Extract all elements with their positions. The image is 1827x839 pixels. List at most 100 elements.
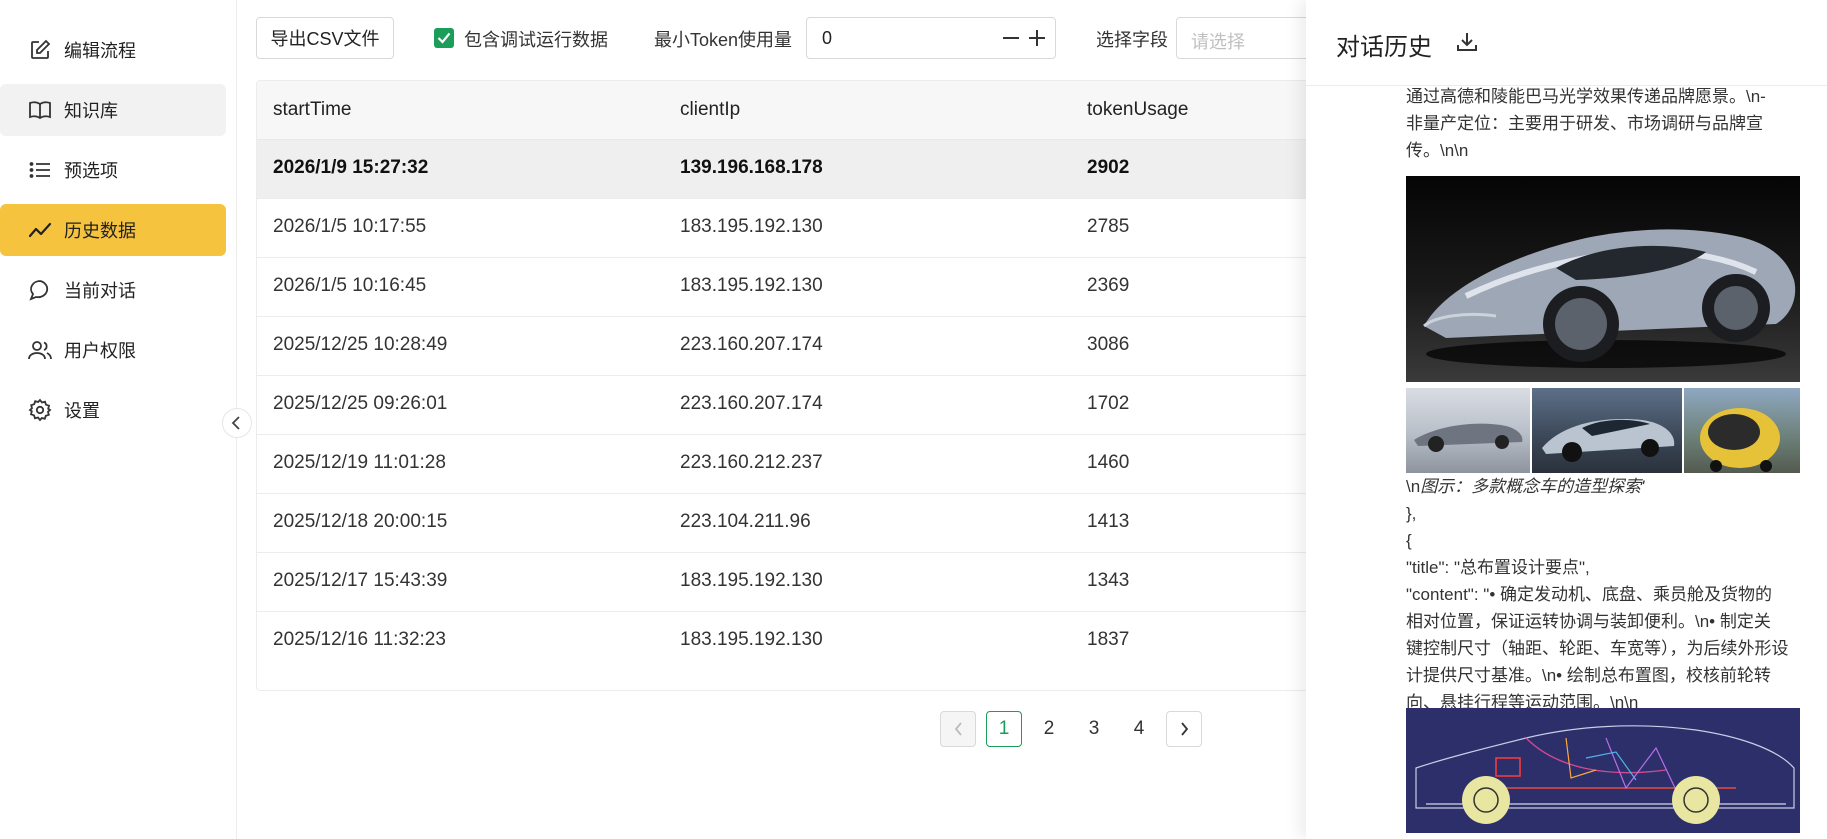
message-text-line: "title": "总布置设计要点", (1406, 558, 1590, 577)
list-icon (28, 158, 52, 182)
table-row[interactable]: 2025/12/25 10:28:49 223.160.207.174 3086 (257, 317, 1335, 376)
cell-clientip: 139.196.168.178 (680, 157, 823, 178)
min-token-label: 最小Token使用量 (654, 30, 793, 50)
table-row[interactable]: 2026/1/5 10:17:55 183.195.192.130 2785 (257, 199, 1335, 258)
min-token-value[interactable]: 0 (822, 28, 832, 49)
users-icon (28, 338, 52, 362)
sidebar-item-label: 编辑流程 (64, 41, 136, 61)
page-button-1[interactable]: 1 (986, 711, 1022, 747)
sidebar-item-label: 历史数据 (64, 221, 136, 241)
concept-car-thumbnail-2 (1532, 388, 1682, 473)
caption-prefix: \n (1406, 477, 1421, 496)
message-text-line: 非量产定位：主要用于研发、市场调研与品牌宣 (1406, 114, 1763, 133)
column-header-tokenusage[interactable]: tokenUsage (1087, 99, 1188, 121)
cell-starttime: 2025/12/16 11:32:23 (273, 629, 446, 650)
sidebar-item-settings[interactable]: 设置 (0, 384, 226, 436)
chat-icon (28, 278, 52, 302)
table-row[interactable]: 2025/12/25 09:26:01 223.160.207.174 1702 (257, 376, 1335, 435)
decrement-button[interactable] (997, 24, 1025, 52)
cell-clientip: 183.195.192.130 (680, 629, 823, 650)
history-table: startTime clientIp tokenUsage 2026/1/9 1… (256, 80, 1336, 691)
sidebar-item-current-chat[interactable]: 当前对话 (0, 264, 226, 316)
cell-tokenusage: 1837 (1087, 629, 1130, 650)
download-icon[interactable] (1454, 29, 1482, 57)
column-header-clientip[interactable]: clientIp (680, 99, 740, 121)
sidebar-item-knowledge[interactable]: 知识库 (0, 84, 226, 136)
sidebar-item-edit-flow[interactable]: 编辑流程 (0, 24, 226, 76)
sidebar-collapse-button[interactable] (222, 408, 252, 438)
concept-car-thumbnail-1 (1406, 388, 1530, 473)
increment-button[interactable] (1023, 24, 1051, 52)
include-debug-checkbox[interactable] (434, 28, 454, 48)
field-select-placeholder: 请选择 (1191, 32, 1245, 52)
cell-starttime: 2025/12/18 20:00:15 (273, 511, 448, 532)
sidebar-item-label: 预选项 (64, 161, 118, 181)
table-row[interactable]: 2026/1/9 15:27:32 139.196.168.178 2902 (257, 140, 1335, 199)
column-header-starttime[interactable]: startTime (273, 99, 351, 121)
cell-starttime: 2026/1/9 15:27:32 (273, 157, 429, 178)
chat-history-drawer: 对话历史 通过高德和陵能巴马光学效果传递品牌愿景。\n- 非量产定位：主要用于研… (1306, 0, 1827, 839)
table-row[interactable]: 2025/12/17 15:43:39 183.195.192.130 1343 (257, 553, 1335, 612)
cell-tokenusage: 1343 (1087, 570, 1130, 591)
cell-tokenusage: 2902 (1087, 157, 1130, 178)
drawer-content: 通过高德和陵能巴马光学效果传递品牌愿景。\n- 非量产定位：主要用于研发、市场调… (1406, 86, 1806, 839)
image-caption: \n图示：多款概念车的造型探索' (1406, 473, 1806, 500)
table-row[interactable]: 2025/12/16 11:32:23 183.195.192.130 1837 (257, 612, 1335, 671)
cell-tokenusage: 1413 (1087, 511, 1130, 532)
sidebar: 编辑流程 知识库 预选项 历史数据 当前对话 用户权限 设置 (0, 0, 237, 839)
cell-clientip: 223.160.212.237 (680, 452, 823, 473)
cell-starttime: 2025/12/25 09:26:01 (273, 393, 448, 414)
cell-starttime: 2025/12/19 11:01:28 (273, 452, 446, 473)
table-header: startTime clientIp tokenUsage (257, 81, 1335, 140)
concept-car-thumbnail-3 (1684, 388, 1800, 473)
layout-drawing-image (1406, 708, 1800, 833)
toolbar: 导出CSV文件 包含调试运行数据 最小Token使用量 0 选择字段 请选择 (256, 16, 1336, 60)
pagination: 1 2 3 4 (940, 711, 1202, 747)
cell-starttime: 2026/1/5 10:16:45 (273, 275, 427, 296)
sidebar-item-user-permissions[interactable]: 用户权限 (0, 324, 226, 376)
table-row[interactable]: 2026/1/5 10:16:45 183.195.192.130 2369 (257, 258, 1335, 317)
sidebar-item-presets[interactable]: 预选项 (0, 144, 226, 196)
table-row[interactable]: 2025/12/19 11:01:28 223.160.212.237 1460 (257, 435, 1335, 494)
cell-tokenusage: 1460 (1087, 452, 1130, 473)
drawer-header: 对话历史 (1306, 0, 1827, 86)
sidebar-item-label: 用户权限 (64, 341, 136, 361)
prev-page-button[interactable] (940, 711, 976, 747)
chevron-left-icon (231, 416, 240, 430)
plus-icon (1029, 30, 1045, 46)
cell-tokenusage: 3086 (1087, 334, 1130, 355)
cell-tokenusage: 2369 (1087, 275, 1130, 296)
export-csv-button[interactable]: 导出CSV文件 (256, 17, 394, 59)
message-text-line: { (1406, 531, 1412, 550)
table-row[interactable]: 2025/12/18 20:00:15 223.104.211.96 1413 (257, 494, 1335, 553)
cell-starttime: 2025/12/17 15:43:39 (273, 570, 448, 591)
sidebar-item-label: 知识库 (64, 101, 118, 121)
page-button-2[interactable]: 2 (1031, 711, 1067, 747)
trend-icon (28, 218, 52, 242)
sidebar-item-label: 当前对话 (64, 281, 136, 301)
caption-text: 图示：多款概念车的造型探索' (1420, 477, 1645, 496)
cell-starttime: 2025/12/25 10:28:49 (273, 334, 448, 355)
message-text-line: 相对位置，保证运转协调与装卸便利。\n• 制定关 (1406, 612, 1771, 631)
page-button-4[interactable]: 4 (1121, 711, 1157, 747)
concept-car-image (1406, 176, 1800, 382)
chevron-left-icon (954, 722, 962, 736)
cell-tokenusage: 1702 (1087, 393, 1130, 414)
cell-clientip: 223.160.207.174 (680, 334, 823, 355)
cell-tokenusage: 2785 (1087, 216, 1130, 237)
message-text-line: 通过高德和陵能巴马光学效果传递品牌愿景。\n- (1406, 87, 1766, 106)
cell-clientip: 223.160.207.174 (680, 393, 823, 414)
cell-starttime: 2026/1/5 10:17:55 (273, 216, 427, 237)
next-page-button[interactable] (1166, 711, 1202, 747)
select-field-label: 选择字段 (1096, 30, 1168, 50)
cell-clientip: 223.104.211.96 (680, 511, 811, 532)
min-token-stepper[interactable]: 0 (806, 17, 1056, 59)
edit-icon (28, 38, 52, 62)
message-text-line: 传。\n\n (1406, 141, 1469, 160)
chevron-right-icon (1180, 722, 1188, 736)
include-debug-label[interactable]: 包含调试运行数据 (464, 26, 608, 52)
message-text-line: }, (1406, 504, 1417, 523)
page-button-3[interactable]: 3 (1076, 711, 1112, 747)
sidebar-item-history[interactable]: 历史数据 (0, 204, 226, 256)
book-icon (28, 98, 52, 122)
